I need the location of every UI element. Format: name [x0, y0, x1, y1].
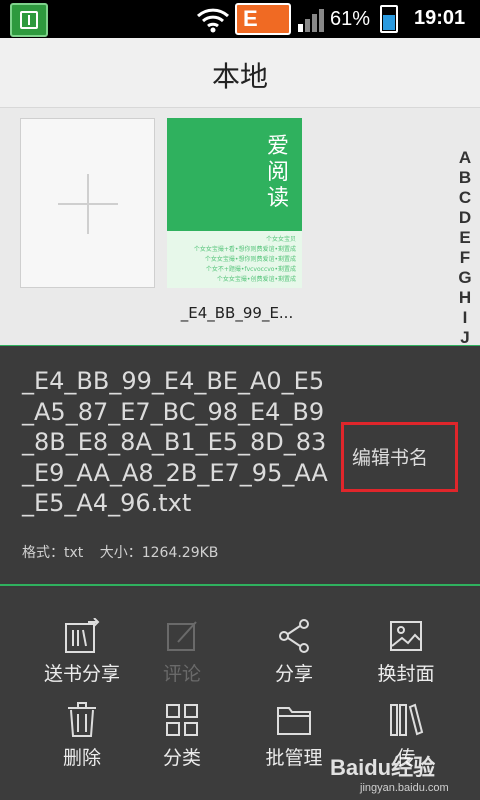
- trash-icon: [68, 702, 96, 737]
- send-share-icon: [65, 618, 100, 653]
- cover-title: 爱阅读: [267, 134, 290, 211]
- comment-button[interactable]: 评论: [132, 584, 232, 685]
- transfer-button[interactable]: 传: [356, 668, 456, 769]
- clock: 19:01: [414, 7, 466, 29]
- action-label: 批管理: [265, 747, 323, 769]
- folder-icon: [277, 707, 311, 735]
- category-button[interactable]: 分类: [132, 668, 232, 769]
- share-button[interactable]: 分享: [244, 584, 344, 685]
- battery-icon: [380, 5, 398, 33]
- batch-manage-button[interactable]: 批管理: [244, 668, 344, 769]
- action-label: 分类: [162, 747, 201, 769]
- page-title: 本地: [211, 60, 268, 93]
- rename-button[interactable]: 编辑书名: [341, 422, 458, 492]
- file-name: _E4_BB_99_E4_BE_A0_E5_A5_87_E7_BC_98_E4_…: [22, 367, 328, 517]
- alpha-letter[interactable]: I: [456, 308, 474, 328]
- cover-line: 个女女宝撮•创费爱谊•剩置成: [216, 276, 296, 283]
- cover-line: 个女女宝撮+看•想你则费爱谊•剩置成: [193, 246, 296, 253]
- change-cover-button[interactable]: 换封面: [356, 584, 456, 685]
- share-icon: [279, 619, 309, 653]
- carrier-badge: E: [235, 3, 291, 35]
- book-cover[interactable]: 爱阅读 个女女宝贝 个女女宝撮+看•想你则费爱谊•剩置成 个女女宝撮•想你则费爱…: [167, 118, 302, 288]
- alpha-letter[interactable]: F: [456, 248, 474, 268]
- alphabet-index[interactable]: A B C D E F G H I J: [456, 148, 474, 348]
- alpha-letter[interactable]: D: [456, 208, 474, 228]
- app-book-icon: [10, 3, 48, 37]
- cover-text-strip: 个女女宝贝 个女女宝撮+看•想你则费爱谊•剩置成 个女女宝撮•想你则费爱谊•剩置…: [167, 231, 302, 288]
- title-bar: 本地: [0, 38, 480, 108]
- comment-icon: [167, 621, 197, 651]
- alpha-letter[interactable]: G: [456, 268, 474, 288]
- books-icon: [390, 703, 424, 736]
- file-format: 格式：txt: [22, 545, 84, 561]
- send-share-button[interactable]: 送书分享: [32, 584, 132, 685]
- bookshelf: 爱阅读 个女女宝贝 个女女宝撮+看•想你则费爱谊•剩置成 个女女宝撮•想你则费爱…: [0, 108, 480, 348]
- cover-line: 个女女宝贝: [265, 236, 296, 243]
- file-meta: 格式：txt 大小：1264.29KB: [22, 542, 230, 562]
- rename-label: 编辑书名: [352, 447, 429, 469]
- baidu-watermark: Baidu经验 jingyan.baidu.com: [330, 750, 475, 795]
- alpha-letter[interactable]: C: [456, 188, 474, 208]
- cover-line: 个女女宝撮•想你则费爱谊•剩置成: [204, 256, 296, 263]
- battery-percent: 61%: [330, 8, 371, 30]
- cover-line: 个女不+题撮•fvcvoccvo•剩置成: [205, 266, 296, 273]
- book-name: _E4_BB_99_E...: [180, 304, 294, 322]
- watermark-brand: Baidu经验: [330, 755, 436, 780]
- wifi-icon: [196, 8, 230, 33]
- action-label: 删除: [62, 747, 101, 769]
- alpha-letter[interactable]: A: [456, 148, 474, 168]
- file-size: 大小：1264.29KB: [99, 545, 219, 561]
- grid-icon: [166, 704, 198, 736]
- cover-icon: [390, 621, 422, 651]
- signal-icon: [298, 9, 324, 32]
- alpha-letter[interactable]: E: [456, 228, 474, 248]
- alpha-letter[interactable]: B: [456, 168, 474, 188]
- status-bar: E 61% 19:01: [0, 0, 480, 38]
- delete-button[interactable]: 删除: [32, 668, 132, 769]
- watermark-site: jingyan.baidu.com: [360, 782, 449, 794]
- book-detail-panel: _E4_BB_99_E4_BE_A0_E5_A5_87_E7_BC_98_E4_…: [0, 346, 480, 586]
- add-book-button[interactable]: [20, 118, 155, 288]
- alpha-letter[interactable]: H: [456, 288, 474, 308]
